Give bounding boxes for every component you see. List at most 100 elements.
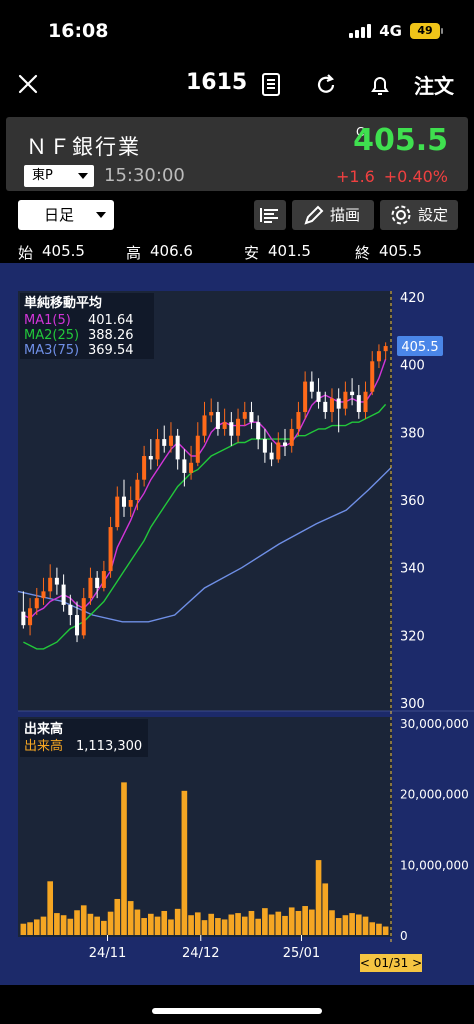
candle-body <box>121 496 127 507</box>
candle-body <box>202 415 207 436</box>
high-value: 406.6 <box>150 242 193 260</box>
candle-body <box>309 381 314 392</box>
candle-body <box>289 428 294 446</box>
candle-body <box>229 422 234 436</box>
volume-bar <box>87 913 94 935</box>
date-axis: 24/11 24/12 25/01 <box>89 935 320 961</box>
volume-bar <box>382 926 389 935</box>
volume-bar <box>47 881 54 935</box>
volume-bar <box>309 909 315 935</box>
candle-body <box>48 577 53 592</box>
candle-body <box>115 496 120 528</box>
market-select[interactable]: 東P <box>24 165 94 187</box>
volume-bar <box>60 915 67 935</box>
settings-label: 設定 <box>418 206 449 224</box>
candle-body <box>68 604 73 616</box>
ma-legend-title: 単純移動平均 <box>24 295 102 311</box>
volume-bar <box>241 916 248 935</box>
price-tick-label: 340 <box>400 562 425 577</box>
volume-bar <box>114 898 121 935</box>
document-icon[interactable] <box>256 70 286 100</box>
candle-body <box>282 442 288 446</box>
price-tag-label: 405.5 <box>401 340 438 355</box>
volume-bar <box>107 911 114 935</box>
candle-body <box>155 439 160 460</box>
volume-bar <box>33 919 40 935</box>
signal-icon <box>349 24 372 38</box>
volume-bar <box>67 918 74 935</box>
volume-bar <box>255 918 261 935</box>
open-label: 始 <box>18 244 34 262</box>
volume-bar <box>141 918 147 935</box>
top-nav: 1615 注文 <box>0 62 474 110</box>
candle-body <box>135 479 140 500</box>
volume-bar <box>275 911 282 935</box>
price-tick-label: 360 <box>400 494 425 509</box>
quote-time: 15:30:00 <box>104 165 185 186</box>
candle-body <box>34 598 39 609</box>
volume-bar <box>215 918 221 935</box>
candle-body <box>269 452 274 460</box>
candle-body <box>323 401 328 413</box>
status-indicators: 4G 49 <box>349 22 443 40</box>
order-button[interactable]: 注文 <box>414 70 454 99</box>
bell-icon[interactable] <box>365 70 395 100</box>
chevron-down-icon <box>96 212 106 218</box>
candle-body <box>61 584 66 605</box>
close-icon[interactable] <box>14 70 42 98</box>
volume-bar <box>262 908 268 935</box>
candle-body <box>256 422 261 440</box>
candle-body <box>316 391 321 402</box>
volume-bar <box>80 905 87 935</box>
draw-button[interactable]: 描画 <box>292 200 374 230</box>
candle-body <box>236 418 241 436</box>
volume-bar <box>221 919 228 935</box>
draw-label: 描画 <box>330 206 361 224</box>
candle-body <box>88 577 93 599</box>
volume-bar <box>268 914 275 935</box>
volume-bar <box>40 916 47 935</box>
candle-body <box>182 459 187 473</box>
candle-body <box>175 435 180 460</box>
home-indicator <box>152 1008 322 1014</box>
candle-body <box>336 398 341 409</box>
candle-body <box>222 422 227 429</box>
price-chart[interactable]: 420 400 380 360 340 320 300 30,000,000 20,000,0… <box>0 263 474 985</box>
volume-bar <box>248 910 255 935</box>
ohlc-row: 始 405.5 高 406.6 安 401.5 終 405.5 <box>0 240 474 264</box>
price-tick-label: 380 <box>400 426 425 441</box>
candle-body <box>142 456 147 480</box>
refresh-icon[interactable] <box>311 70 341 100</box>
candle-body <box>95 577 100 588</box>
volume-bar <box>101 920 107 935</box>
ma2-value: 388.26 <box>88 328 134 343</box>
bar-list-icon <box>260 208 278 223</box>
candle-body <box>329 398 334 413</box>
price-change: +1.6 <box>336 167 375 186</box>
settings-button[interactable]: 設定 <box>380 200 458 230</box>
chart-area[interactable]: 420 400 380 360 340 320 300 30,000,000 20,000,0… <box>0 263 474 985</box>
candle-body <box>21 611 26 626</box>
stock-name: ＮＦ銀行業 <box>26 135 141 159</box>
volume-bar <box>94 916 100 935</box>
volume-bar <box>369 922 376 935</box>
volume-bar <box>188 915 194 935</box>
low-value: 401.5 <box>268 242 311 260</box>
close-label: 終 <box>355 244 371 262</box>
price-change-percent: +0.40% <box>383 167 448 186</box>
candle-body <box>195 435 200 463</box>
volume-bar <box>329 910 335 935</box>
indicator-button[interactable] <box>254 200 286 230</box>
candle-body <box>383 346 388 352</box>
volume-bar <box>335 918 342 935</box>
volume-bar <box>54 913 60 935</box>
candle-body <box>209 412 214 416</box>
candle-body <box>370 361 375 392</box>
candle-body <box>350 391 355 396</box>
pencil-icon <box>304 205 324 225</box>
candle-body <box>249 412 254 423</box>
candle-body <box>262 439 267 453</box>
volume-bar <box>154 916 161 935</box>
volume-bar <box>208 913 215 935</box>
period-select[interactable]: 日足 <box>18 200 114 230</box>
